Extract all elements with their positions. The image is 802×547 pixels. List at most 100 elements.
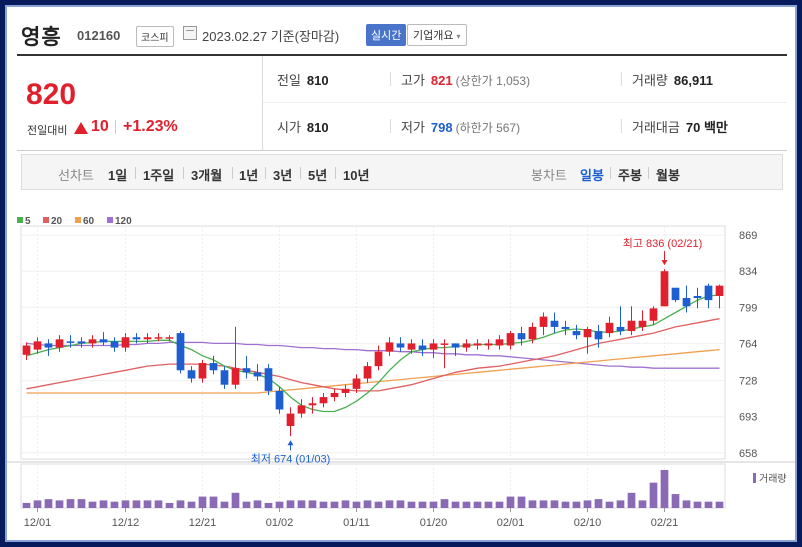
stats-row: 전일 810 고가 821 (상한가 1,053) 거래량 86,911 xyxy=(263,56,787,103)
candle-body xyxy=(649,308,658,321)
x-tick-label: 02/01 xyxy=(497,517,525,529)
candle-body xyxy=(440,343,449,345)
volume-bar xyxy=(198,496,207,508)
candle-body xyxy=(88,339,97,344)
candle-body xyxy=(407,343,416,350)
divider xyxy=(300,167,301,179)
open-price: 시가 810 xyxy=(277,120,329,135)
legend-swatch xyxy=(43,217,49,223)
x-tick-label: 01/11 xyxy=(343,517,370,529)
ma5-line xyxy=(26,294,720,413)
volume-bar xyxy=(429,501,438,508)
candle-body xyxy=(55,339,64,348)
up-triangle-icon xyxy=(74,122,88,134)
y-tick-label: 728 xyxy=(739,376,757,388)
tab-3y[interactable]: 3년 xyxy=(273,165,292,184)
company-info-dropdown[interactable]: 기업개요 ▾ xyxy=(407,24,467,46)
divider xyxy=(390,72,391,86)
candle-body xyxy=(715,285,724,296)
candle-body xyxy=(209,363,218,371)
candle-body xyxy=(528,326,537,340)
x-tick-label: 12/12 xyxy=(112,517,140,529)
candle-body xyxy=(143,337,152,340)
tab-10y[interactable]: 10년 xyxy=(343,165,369,184)
volume-bar xyxy=(231,492,240,508)
volume-bar xyxy=(715,501,724,508)
legend-swatch xyxy=(107,217,113,223)
candle-body xyxy=(638,320,647,327)
max-arrow-head xyxy=(661,260,668,266)
stock-name: 영흥 xyxy=(21,26,62,49)
candle-body xyxy=(319,397,328,404)
volume-bar xyxy=(506,496,515,508)
y-tick-label: 799 xyxy=(739,302,757,314)
candle-body xyxy=(33,341,42,350)
tab-1y[interactable]: 1년 xyxy=(239,165,258,184)
x-tick-label: 01/20 xyxy=(420,517,448,529)
tab-5y[interactable]: 5년 xyxy=(308,165,327,184)
volume-bar xyxy=(495,501,504,508)
volume-bar xyxy=(88,501,97,508)
volume-bar xyxy=(583,500,592,508)
volume-bar xyxy=(440,499,449,508)
volume-bar xyxy=(209,496,218,508)
candle-body xyxy=(154,337,163,339)
volume-bar xyxy=(374,501,383,508)
volume-bar xyxy=(605,501,614,508)
candle-body xyxy=(176,333,185,371)
y-tick-label: 834 xyxy=(739,266,757,278)
tab-1w[interactable]: 1주일 xyxy=(143,165,174,184)
candle-body xyxy=(594,331,603,340)
candle-body xyxy=(495,339,504,346)
tab-weekly[interactable]: 주봉 xyxy=(618,165,642,184)
volume-bar xyxy=(363,500,372,508)
candle-body xyxy=(286,413,295,426)
chevron-down-icon: ▾ xyxy=(456,32,461,41)
line-chart-label: 선차트 xyxy=(58,168,94,183)
candle-body xyxy=(671,287,680,301)
candle-body xyxy=(682,298,691,307)
volume-bar xyxy=(44,499,53,508)
candle-body xyxy=(396,343,405,348)
high-price: 고가 821 (상한가 1,053) xyxy=(401,73,531,88)
market-badge: 코스피 xyxy=(136,26,174,47)
realtime-button[interactable]: 실시간 xyxy=(366,24,407,46)
candle-body xyxy=(275,390,284,410)
volume-bar xyxy=(286,500,295,508)
volume-bar xyxy=(517,496,526,508)
volume-legend-swatch xyxy=(753,473,756,483)
volume-legend-label: 거래량 xyxy=(759,473,787,485)
candle-body xyxy=(363,366,372,379)
candle-body xyxy=(330,392,339,398)
volume-bar xyxy=(539,500,548,508)
tab-1d[interactable]: 1일 xyxy=(108,165,127,184)
chart-period-tabs: 선차트 1일 1주일 3개월 1년 3년 5년 10년 봉차트 일봉 주봉 월봉 xyxy=(21,154,783,190)
volume-bar xyxy=(110,501,119,508)
candle-body xyxy=(605,322,614,334)
stats-table: 전일 810 고가 821 (상한가 1,053) 거래량 86,911 시가 810 저… xyxy=(263,56,787,150)
tab-3m[interactable]: 3개월 xyxy=(191,165,222,184)
volume-bar xyxy=(297,500,306,508)
volume-bar xyxy=(528,500,537,508)
volume-bar xyxy=(66,499,75,508)
price-summary: 820 전일대비 10 +1.23% xyxy=(17,56,263,150)
x-tick-label: 02/21 xyxy=(651,517,679,529)
volume-bar xyxy=(352,501,361,508)
candle-body xyxy=(473,343,482,346)
price-change: 10 xyxy=(91,118,109,135)
candle-body xyxy=(539,316,548,327)
candle-body xyxy=(297,405,306,414)
tab-monthly[interactable]: 월봉 xyxy=(656,165,680,184)
candle-body xyxy=(451,343,460,348)
stats-row: 시가 810 저가 798 (하한가 567) 거래대금 70 백만 xyxy=(263,103,787,150)
candle-body xyxy=(385,342,394,352)
candlestick-chart: 5 20 60 120 869 834 799 764 728 693 658 12/01 12/12 1… xyxy=(7,216,795,529)
divider xyxy=(621,72,622,86)
tab-daily[interactable]: 일봉 xyxy=(580,165,604,184)
volume-bar xyxy=(550,500,559,508)
volume-bar xyxy=(594,499,603,508)
volume-bar xyxy=(308,500,317,508)
volume-bar xyxy=(638,500,647,508)
volume-bar xyxy=(242,501,251,508)
volume-bar xyxy=(616,500,625,508)
